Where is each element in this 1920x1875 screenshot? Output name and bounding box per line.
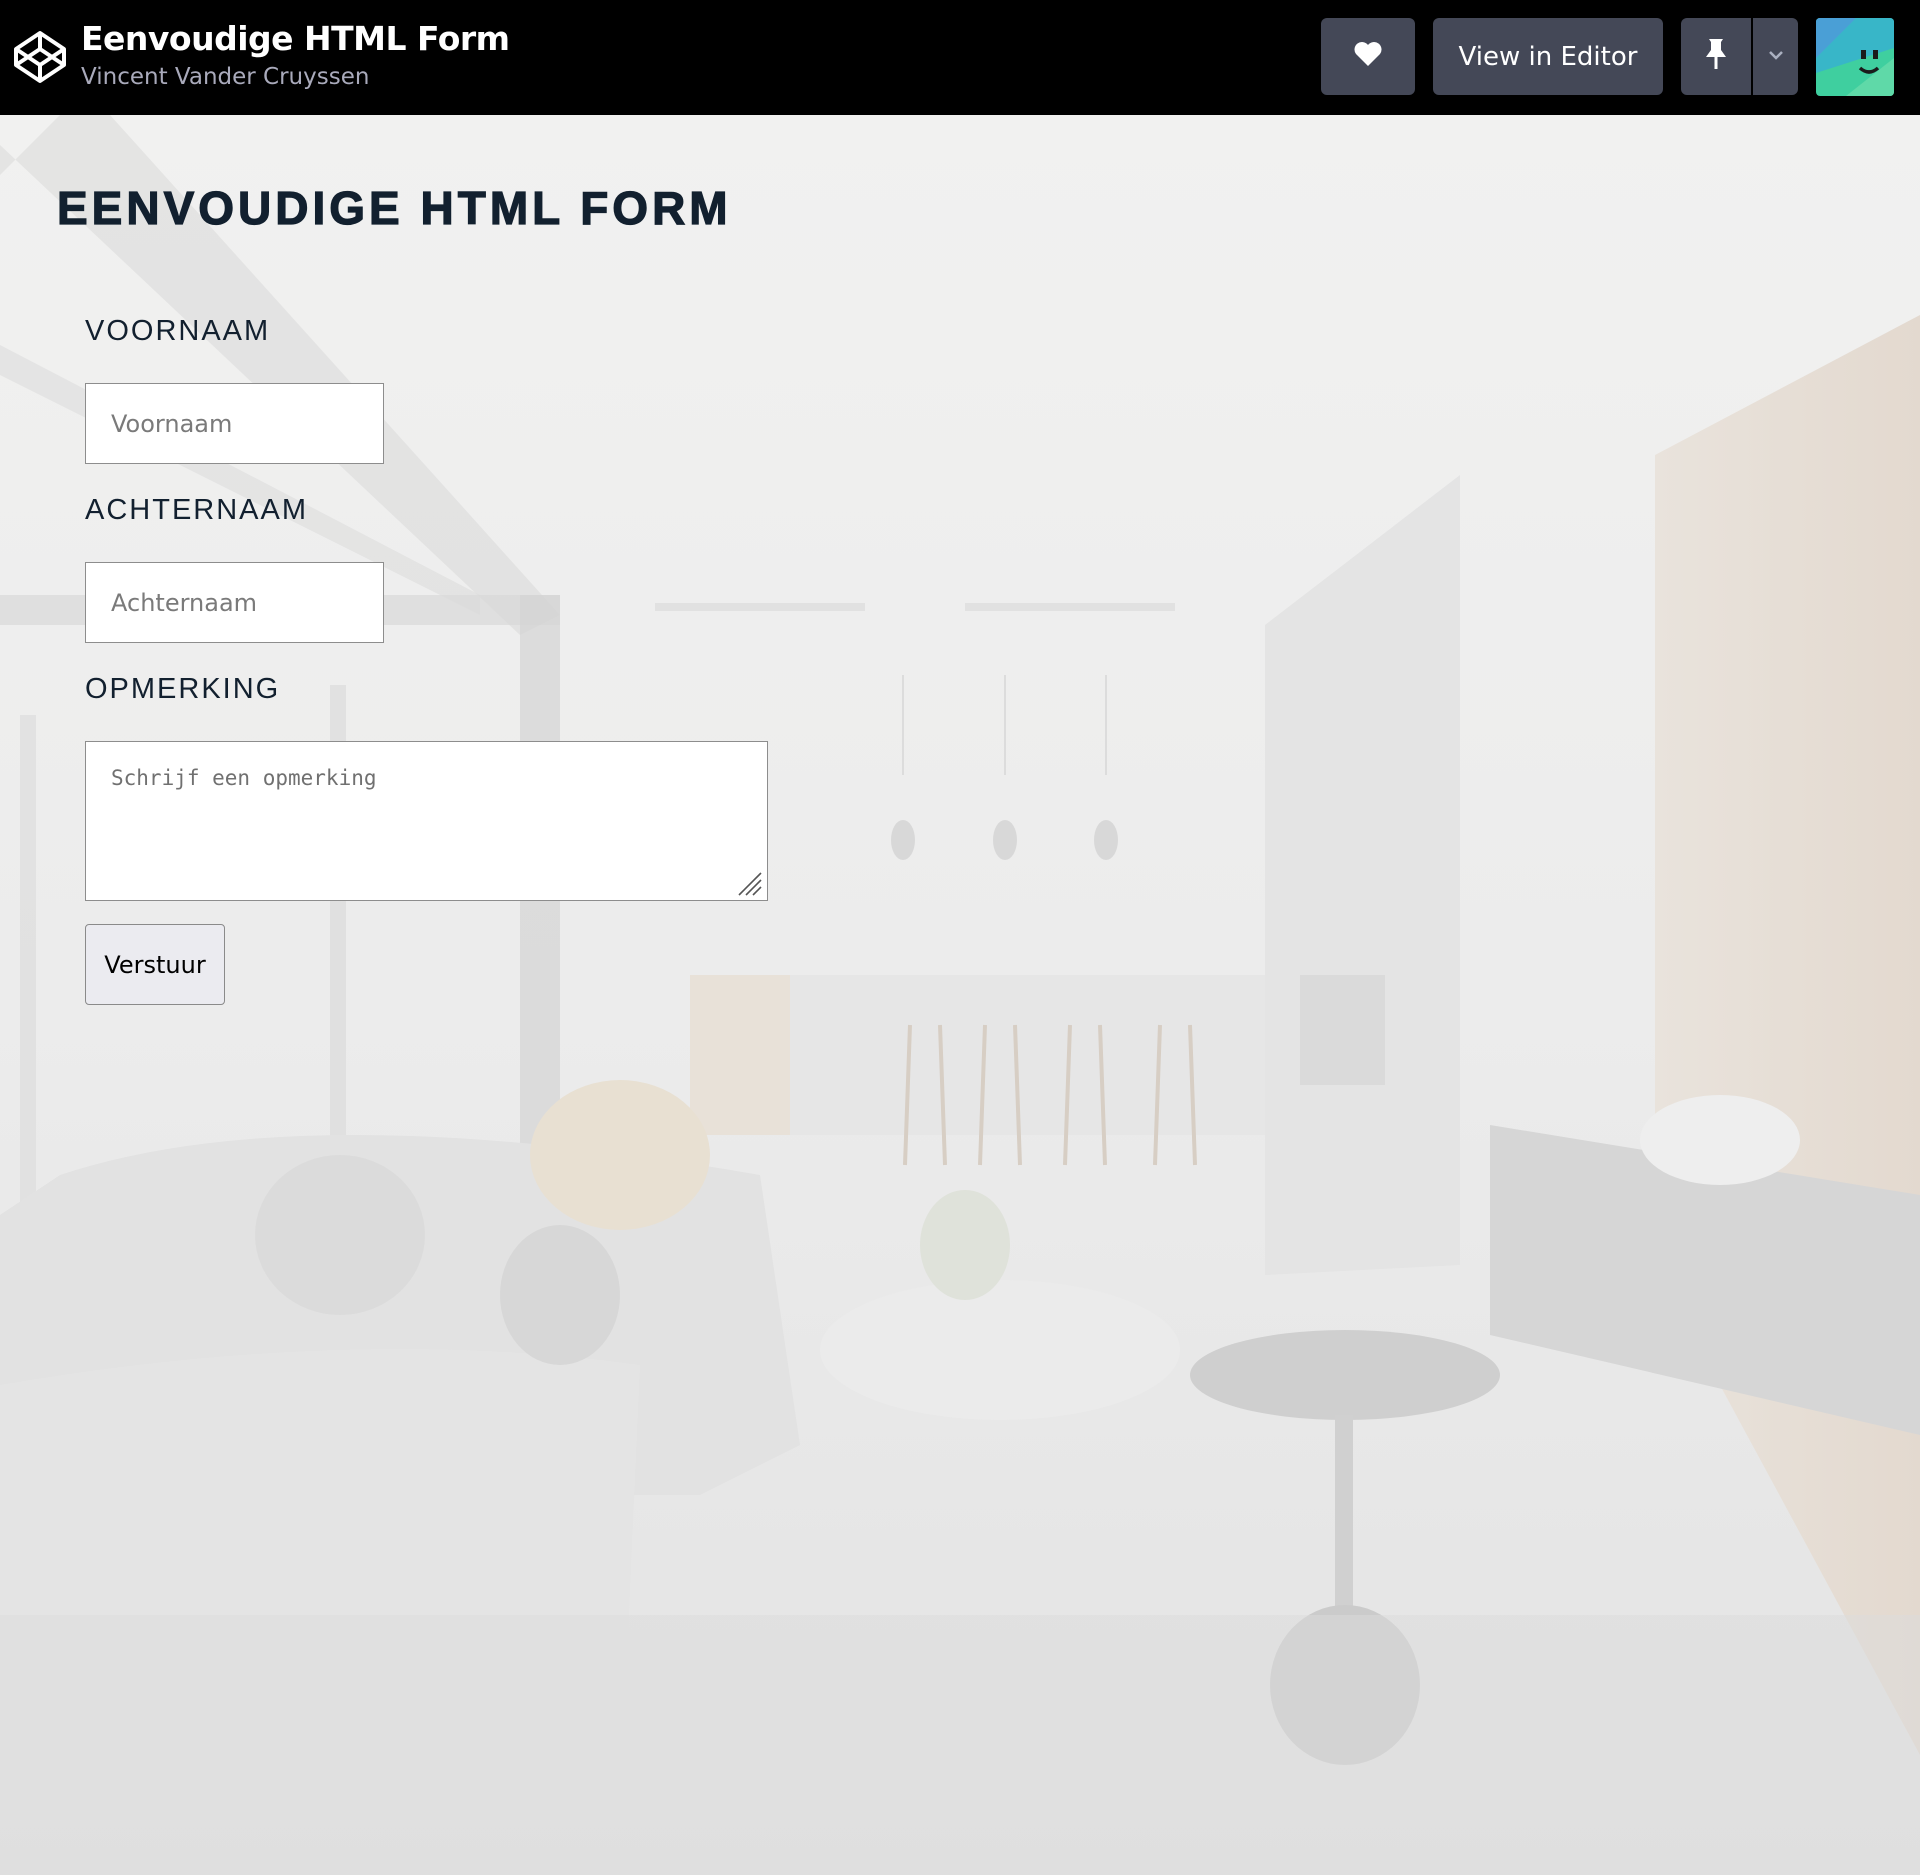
first-name-input[interactable] (85, 383, 384, 464)
pen-author[interactable]: Vincent Vander Cruyssen (81, 62, 510, 92)
user-avatar[interactable] (1816, 18, 1894, 96)
page-title: EENVOUDIGE HTML FORM (56, 181, 732, 234)
pin-button[interactable] (1681, 18, 1751, 95)
heart-icon (1353, 40, 1383, 73)
comment-textarea[interactable] (85, 741, 768, 901)
submit-button[interactable]: Verstuur (85, 924, 225, 1005)
pen-header: Eenvoudige HTML Form Vincent Vander Cruy… (0, 0, 1920, 115)
pen-title: Eenvoudige HTML Form (81, 19, 510, 58)
pin-dropdown-button[interactable] (1753, 18, 1798, 95)
comment-label: OPMERKING (85, 673, 281, 705)
last-name-input[interactable] (85, 562, 384, 643)
view-in-editor-button[interactable]: View in Editor (1433, 18, 1663, 95)
chevron-down-icon (1767, 48, 1785, 66)
smiley-avatar-icon (1816, 18, 1894, 96)
form-page: EENVOUDIGE HTML FORM VOORNAAM ACHTERNAAM… (0, 115, 1920, 1875)
like-button[interactable] (1321, 18, 1415, 95)
codepen-logo-icon[interactable] (12, 29, 68, 85)
pen-titles: Eenvoudige HTML Form Vincent Vander Cruy… (81, 16, 510, 92)
last-name-label: ACHTERNAAM (85, 494, 309, 526)
pin-icon (1704, 37, 1728, 76)
first-name-label: VOORNAAM (85, 315, 271, 347)
resize-grip-icon[interactable] (737, 871, 763, 897)
